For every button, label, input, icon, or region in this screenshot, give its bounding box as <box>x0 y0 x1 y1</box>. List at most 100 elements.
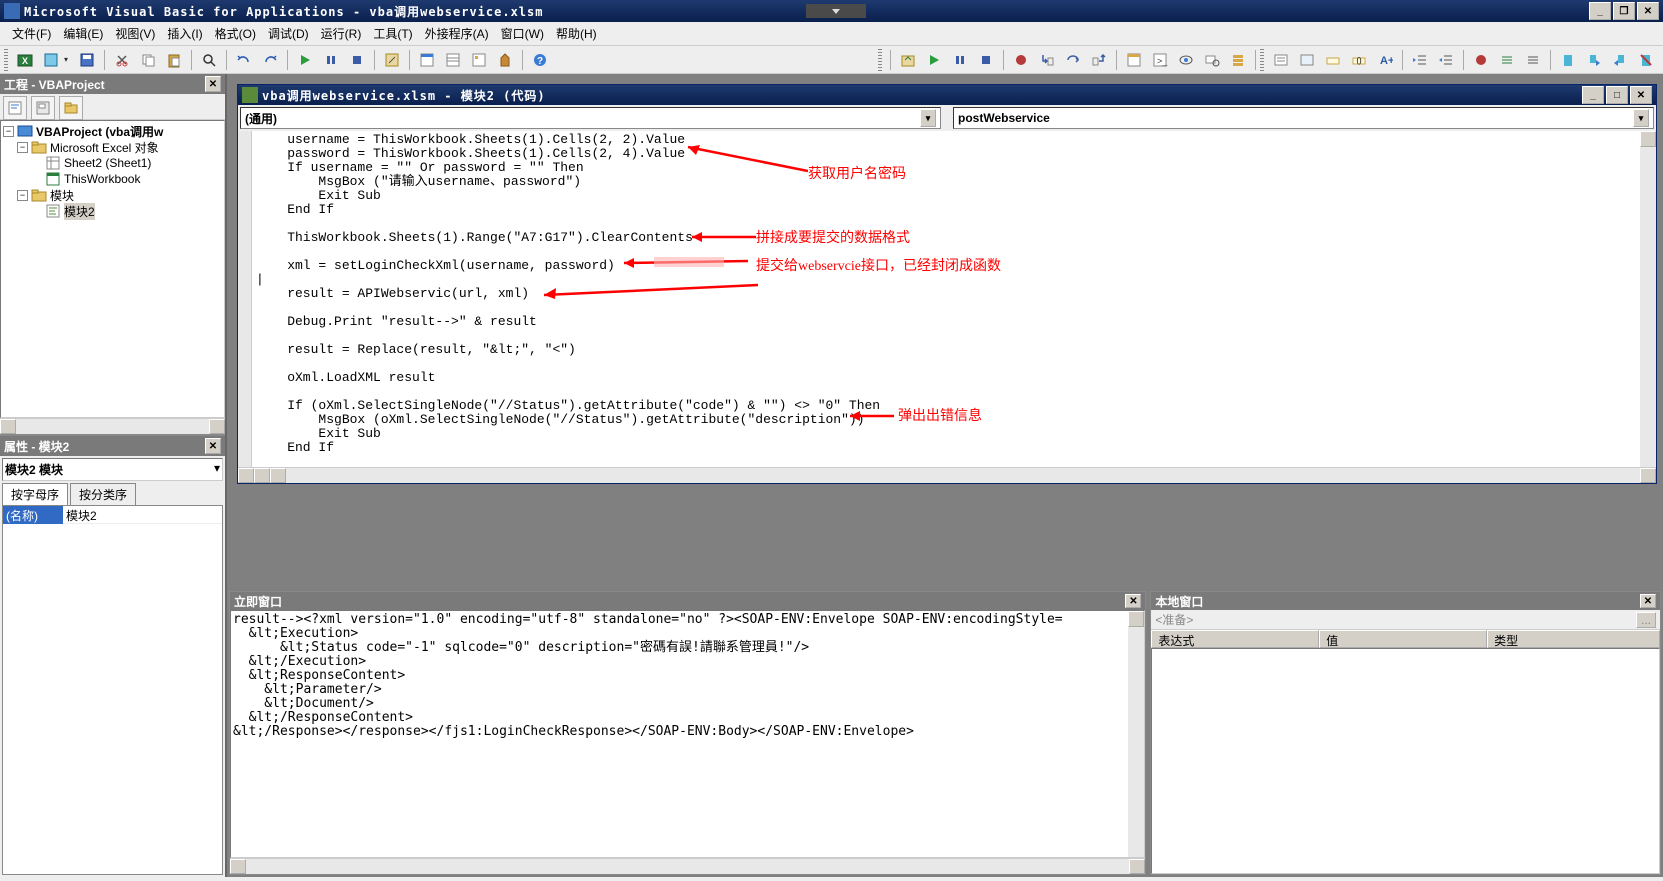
properties-object-combo[interactable]: 模块2 模块 ▾ <box>2 458 223 481</box>
code-maximize-button[interactable]: □ <box>1606 86 1628 104</box>
tree-sheet2[interactable]: Sheet2 (Sheet1) <box>3 155 222 171</box>
run-icon[interactable] <box>293 48 317 72</box>
object-dropdown[interactable]: (通用) ▾ <box>240 107 941 129</box>
scroll-left-icon[interactable] <box>230 859 246 874</box>
immediate-close-icon[interactable]: ✕ <box>1125 594 1141 608</box>
uncomment-block-icon[interactable] <box>1521 48 1545 72</box>
watch-window-icon[interactable] <box>1174 48 1198 72</box>
tree-excel-objects[interactable]: − Microsoft Excel 对象 <box>3 139 222 155</box>
undo-icon[interactable] <box>232 48 256 72</box>
menu-addins[interactable]: 外接程序(A) <box>419 23 495 44</box>
parameter-info-icon[interactable]: () <box>1347 48 1371 72</box>
cut-icon[interactable] <box>110 48 134 72</box>
view-code-icon[interactable] <box>3 96 27 120</box>
menu-format[interactable]: 格式(O) <box>209 23 262 44</box>
menu-edit[interactable]: 编辑(E) <box>57 23 109 44</box>
scroll-left-icon[interactable] <box>270 468 286 483</box>
tree-modules[interactable]: − 模块 <box>3 187 222 203</box>
procedure-dropdown[interactable]: postWebservice ▾ <box>953 107 1654 129</box>
complete-word-icon[interactable]: A+ <box>1373 48 1397 72</box>
project-explorer-icon[interactable] <box>415 48 439 72</box>
chevron-down-icon[interactable]: ▾ <box>920 109 936 127</box>
toolbar-grip[interactable] <box>4 49 8 71</box>
list-constants-icon[interactable] <box>1295 48 1319 72</box>
immediate-body[interactable]: result--><?xml version="1.0" encoding="u… <box>230 610 1145 858</box>
tab-alphabetic[interactable]: 按字母序 <box>2 483 68 505</box>
bookmark-clear-icon[interactable] <box>1634 48 1658 72</box>
toggle-folders-icon[interactable] <box>59 96 83 120</box>
immediate-text[interactable]: result--><?xml version="1.0" encoding="u… <box>231 611 1128 857</box>
help-icon[interactable]: ? <box>528 48 552 72</box>
scroll-up-icon[interactable] <box>1640 131 1656 147</box>
design-mode-icon[interactable] <box>380 48 404 72</box>
expander-icon[interactable]: − <box>17 190 28 201</box>
reset-icon-2[interactable] <box>974 48 998 72</box>
copy-icon[interactable] <box>136 48 160 72</box>
quick-watch-icon[interactable] <box>1200 48 1224 72</box>
proc-view-icon[interactable] <box>238 468 254 483</box>
step-into-icon[interactable] <box>1035 48 1059 72</box>
scroll-left-icon[interactable] <box>0 419 16 434</box>
scroll-right-icon[interactable] <box>1640 468 1656 483</box>
code-text[interactable]: username = ThisWorkbook.Sheets(1).Cells(… <box>252 131 1640 467</box>
menu-file[interactable]: 文件(F) <box>6 23 57 44</box>
project-panel-close-icon[interactable]: ✕ <box>205 76 221 92</box>
menu-window[interactable]: 窗口(W) <box>495 23 550 44</box>
menu-help[interactable]: 帮助(H) <box>550 23 603 44</box>
properties-window-icon[interactable] <box>441 48 465 72</box>
bookmark-prev-icon[interactable] <box>1608 48 1632 72</box>
immediate-hscroll[interactable] <box>230 858 1145 874</box>
locals-body[interactable] <box>1151 648 1660 874</box>
code-vscroll[interactable] <box>1640 131 1656 467</box>
paste-icon[interactable] <box>162 48 186 72</box>
breakpoint-toggle-icon[interactable] <box>1469 48 1493 72</box>
object-browser-icon[interactable] <box>467 48 491 72</box>
reset-icon[interactable] <box>345 48 369 72</box>
expander-icon[interactable]: − <box>3 126 14 137</box>
insert-dropdown[interactable]: ▾ <box>64 55 74 64</box>
full-view-icon[interactable] <box>254 468 270 483</box>
project-hscroll[interactable] <box>0 418 225 434</box>
menu-tools[interactable]: 工具(T) <box>367 23 418 44</box>
menu-insert[interactable]: 插入(I) <box>161 23 208 44</box>
list-properties-icon[interactable] <box>1269 48 1293 72</box>
scroll-right-icon[interactable] <box>1129 859 1145 874</box>
property-value[interactable]: 模块2 <box>63 506 222 524</box>
locals-callstack-button[interactable]: ... <box>1636 612 1656 628</box>
tree-thisworkbook[interactable]: ThisWorkbook <box>3 171 222 187</box>
view-object-icon[interactable] <box>31 96 55 120</box>
restore-button[interactable]: ❐ <box>1613 2 1635 20</box>
step-out-icon[interactable] <box>1087 48 1111 72</box>
bookmark-next-icon[interactable] <box>1582 48 1606 72</box>
minimize-button[interactable]: _ <box>1589 2 1611 20</box>
quick-info-icon[interactable] <box>1321 48 1345 72</box>
insert-module-icon[interactable] <box>39 48 63 72</box>
tab-categorized[interactable]: 按分类序 <box>70 483 136 505</box>
comment-block-icon[interactable] <box>1495 48 1519 72</box>
immediate-window-icon[interactable]: >_ <box>1148 48 1172 72</box>
redo-icon[interactable] <box>258 48 282 72</box>
indent-icon[interactable] <box>1408 48 1432 72</box>
toggle-breakpoint-icon[interactable] <box>1009 48 1033 72</box>
call-stack-icon[interactable] <box>1226 48 1250 72</box>
close-button[interactable]: ✕ <box>1637 2 1659 20</box>
menu-run[interactable]: 运行(R) <box>315 23 368 44</box>
run-icon-2[interactable] <box>922 48 946 72</box>
expander-icon[interactable]: − <box>17 142 28 153</box>
locals-col-expr[interactable]: 表达式 <box>1151 630 1319 648</box>
code-minimize-button[interactable]: _ <box>1582 86 1604 104</box>
code-close-button[interactable]: ✕ <box>1630 86 1652 104</box>
code-hscroll[interactable] <box>238 467 1656 483</box>
locals-col-type[interactable]: 类型 <box>1487 630 1660 648</box>
properties-close-icon[interactable]: ✕ <box>205 438 221 454</box>
properties-grid[interactable]: (名称) 模块2 <box>2 505 223 875</box>
chevron-down-icon[interactable]: ▾ <box>1633 109 1649 127</box>
toolbar-grip-2[interactable] <box>878 49 882 71</box>
code-margin[interactable] <box>238 131 252 467</box>
tree-root[interactable]: − VBAProject (vba调用w <box>3 123 222 139</box>
locals-window-icon[interactable] <box>1122 48 1146 72</box>
property-row[interactable]: (名称) 模块2 <box>3 506 222 524</box>
menu-debug[interactable]: 调试(D) <box>262 23 315 44</box>
view-excel-icon[interactable]: X <box>13 48 37 72</box>
step-over-icon[interactable] <box>1061 48 1085 72</box>
